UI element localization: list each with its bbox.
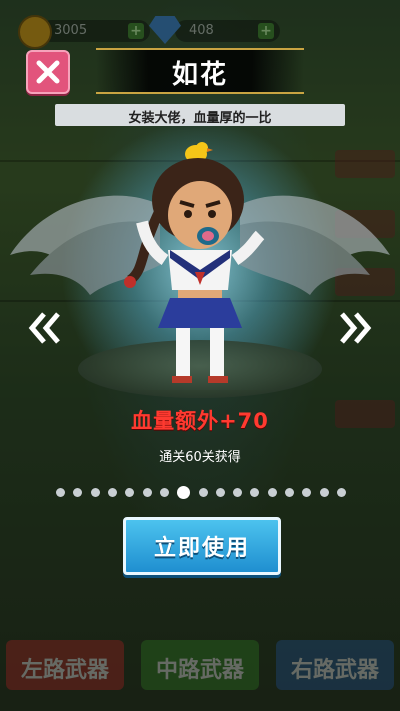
- pager-dot[interactable]: [267, 487, 277, 497]
- character-ruhua-icon: [124, 142, 265, 383]
- pager-dot[interactable]: [125, 487, 135, 497]
- pager-dot[interactable]: [233, 487, 243, 497]
- use-now-label: 立即使用: [153, 536, 250, 561]
- pager-dot[interactable]: [337, 487, 346, 497]
- pager-dot[interactable]: [302, 487, 312, 497]
- close-button[interactable]: [26, 50, 70, 94]
- close-icon: [36, 60, 60, 84]
- pager-dot[interactable]: [285, 487, 295, 497]
- pager-dot[interactable]: [90, 487, 100, 497]
- pager-dot[interactable]: [56, 487, 65, 497]
- pager-dot[interactable]: [198, 487, 208, 497]
- pager-dot[interactable]: [142, 487, 152, 497]
- pager-dot[interactable]: [250, 487, 260, 497]
- pager-dot[interactable]: [319, 487, 329, 497]
- skin-reward-text: 血量额外+70: [131, 409, 269, 433]
- chevron-double-left-icon: [28, 312, 60, 344]
- previous-skin-button[interactable]: [24, 308, 64, 348]
- skin-name: 如花: [171, 60, 228, 90]
- pager-dot[interactable]: [107, 487, 117, 497]
- unlock-condition-text: 通关60关获得: [159, 450, 241, 465]
- skin-title-banner: 如花: [96, 48, 304, 94]
- next-skin-button[interactable]: [336, 308, 376, 348]
- skin-pager: [56, 485, 346, 499]
- chevron-double-right-icon: [340, 312, 372, 344]
- pager-dot[interactable]: [73, 487, 83, 497]
- pager-dot[interactable]: [159, 487, 169, 497]
- pager-dot[interactable]: [215, 487, 225, 497]
- pager-dot-active[interactable]: [177, 485, 191, 499]
- use-now-button[interactable]: 立即使用: [123, 517, 281, 575]
